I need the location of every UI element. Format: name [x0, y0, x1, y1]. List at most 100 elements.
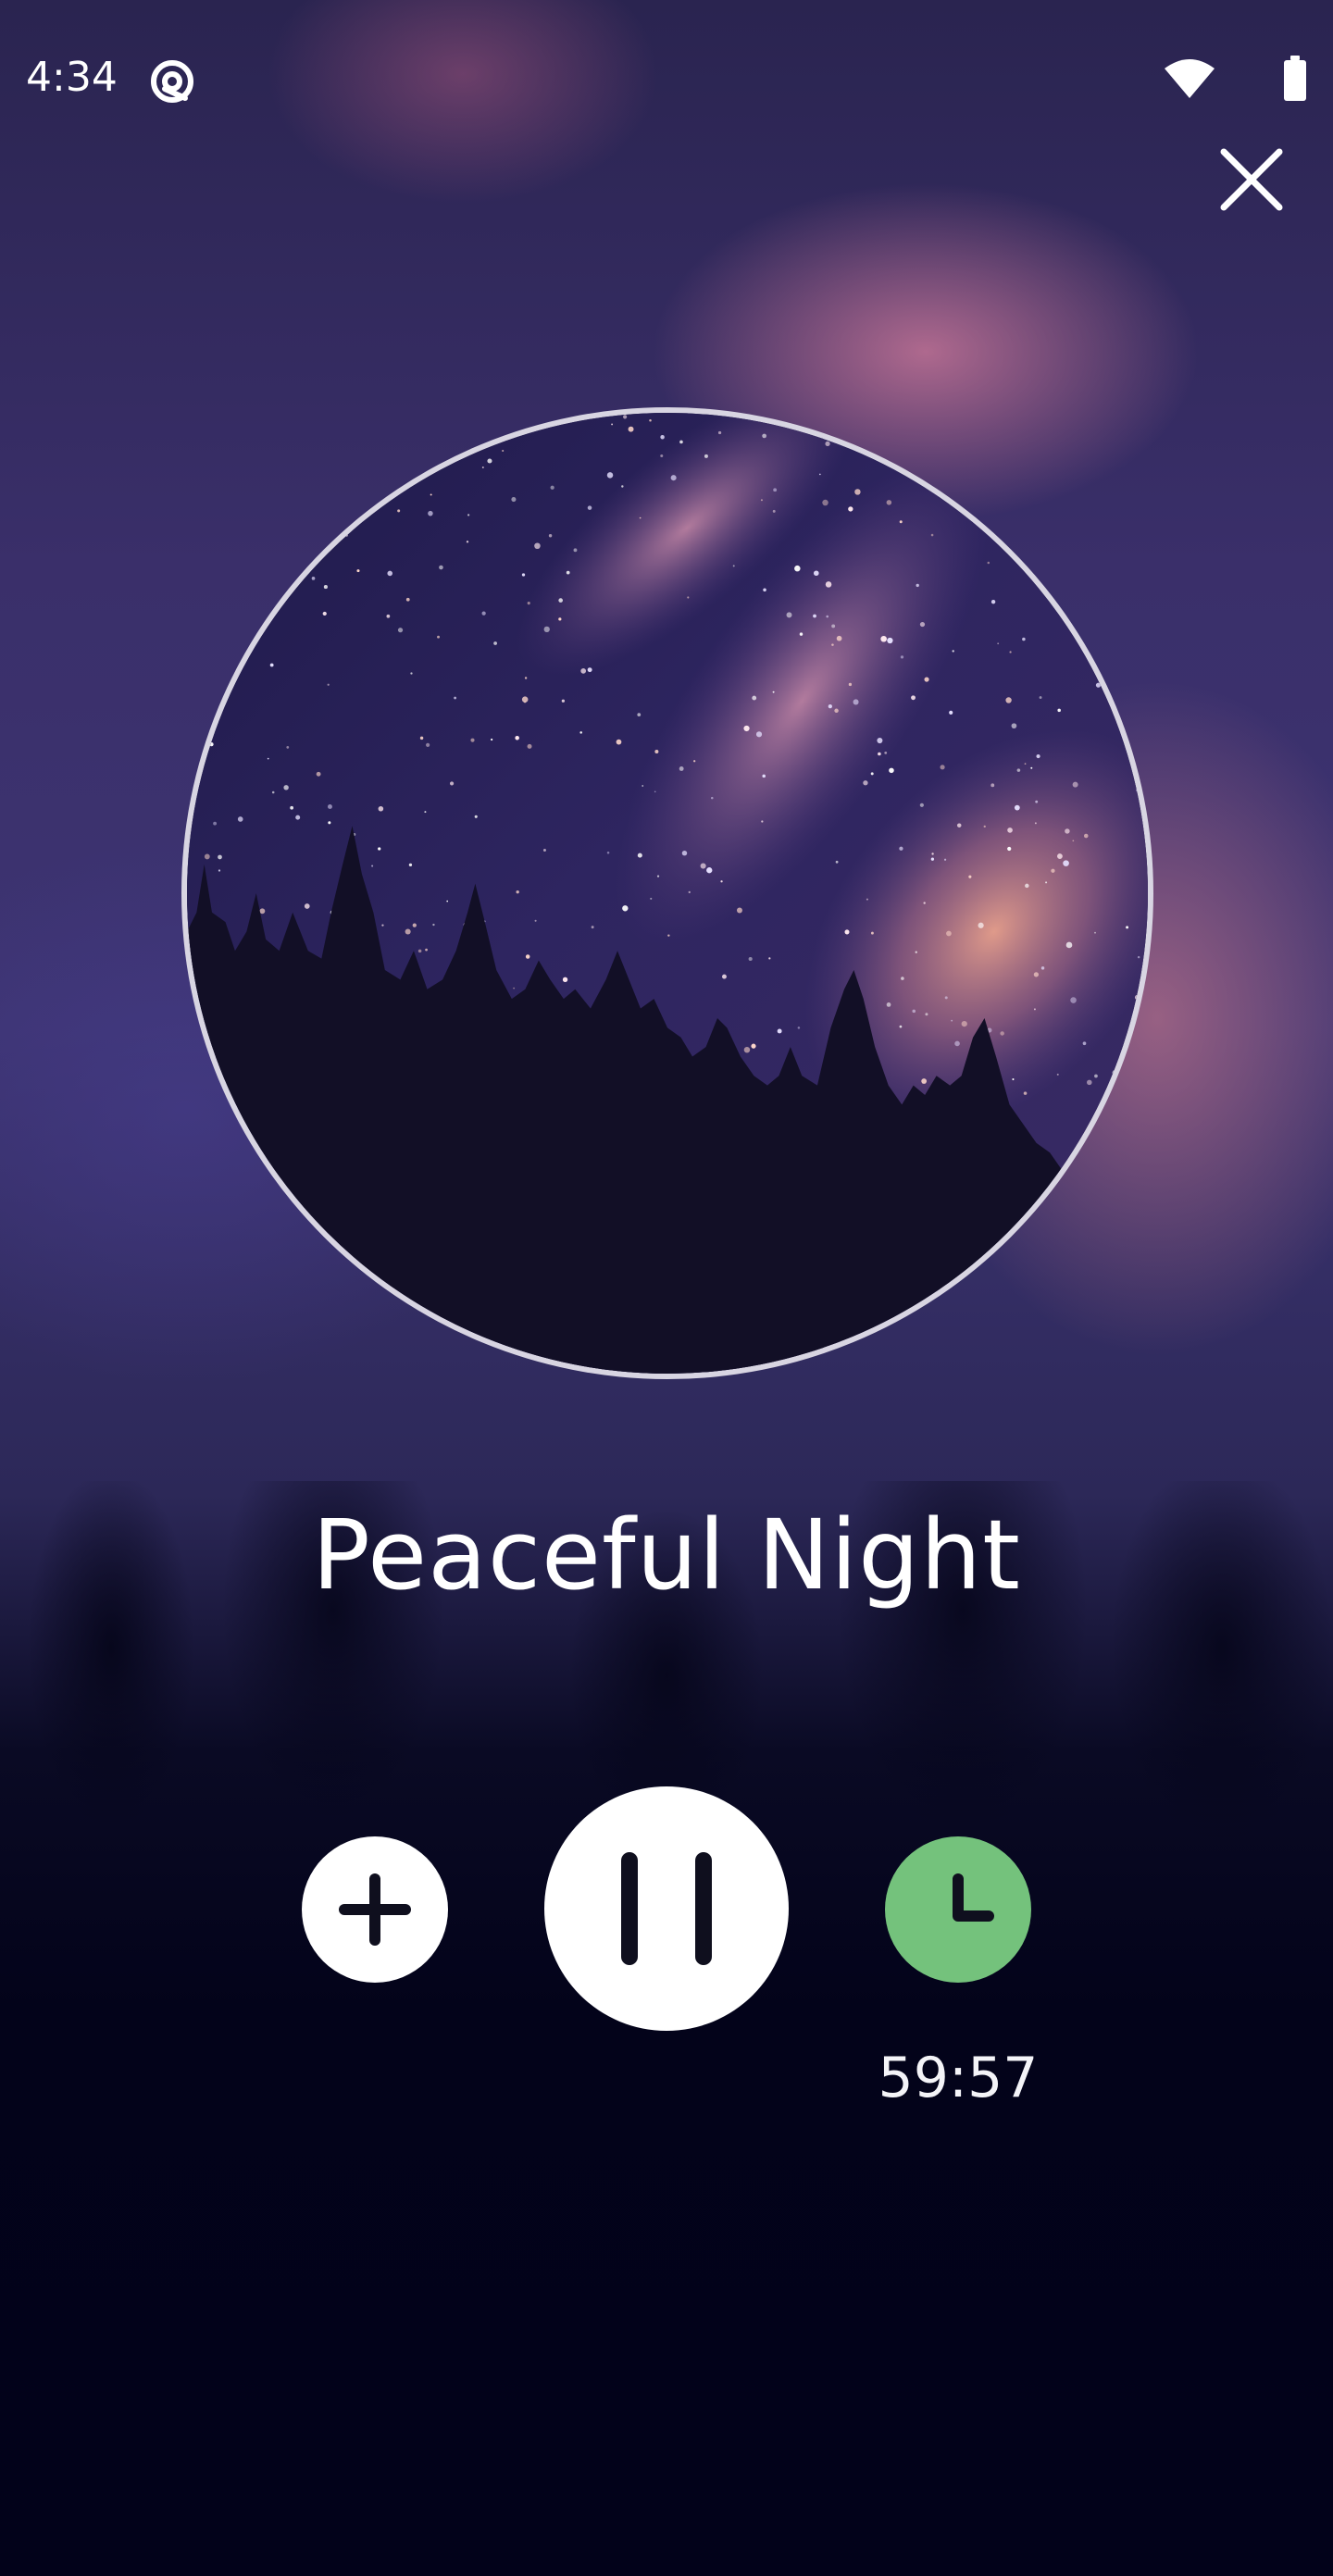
star [259, 908, 266, 915]
star [773, 488, 778, 492]
star [924, 677, 929, 682]
star [919, 803, 924, 807]
star [381, 924, 384, 927]
star [1024, 763, 1027, 765]
star [1126, 926, 1129, 929]
star [825, 581, 832, 588]
star [951, 1019, 953, 1022]
star [711, 796, 714, 800]
star [356, 569, 360, 573]
star [591, 926, 594, 929]
star [561, 699, 566, 703]
star [831, 624, 836, 628]
star [844, 929, 850, 935]
star [543, 626, 550, 633]
star [794, 565, 801, 572]
star [1009, 651, 1012, 653]
add-button[interactable] [302, 1836, 448, 1983]
star [328, 821, 331, 825]
star [878, 752, 881, 756]
star [1136, 787, 1142, 793]
star [983, 825, 986, 828]
star [521, 696, 529, 703]
star [573, 548, 578, 553]
star [752, 695, 757, 701]
star [1056, 853, 1063, 859]
star [493, 641, 497, 645]
status-time: 4:34 [26, 54, 118, 101]
close-button[interactable] [1211, 139, 1292, 220]
star [899, 520, 903, 524]
star [681, 850, 688, 856]
star [866, 898, 868, 901]
star [642, 785, 644, 787]
star [877, 738, 883, 744]
star [679, 440, 683, 444]
star [930, 857, 935, 861]
star [515, 736, 519, 740]
star [854, 489, 861, 495]
star [1034, 822, 1037, 825]
star [826, 615, 829, 618]
pause-button[interactable] [544, 1786, 789, 2031]
star [327, 804, 332, 809]
star [736, 907, 742, 914]
wifi-icon [1163, 57, 1216, 100]
star [1007, 846, 1012, 852]
star [687, 596, 690, 599]
star [218, 869, 221, 872]
star [899, 846, 903, 851]
star [534, 542, 541, 550]
star [628, 426, 634, 432]
star [954, 1040, 960, 1047]
star [311, 559, 317, 566]
star [1065, 941, 1073, 949]
star [722, 974, 727, 979]
star [822, 499, 828, 506]
star [870, 772, 874, 776]
star [654, 790, 656, 793]
star [912, 1009, 916, 1014]
star [1072, 840, 1075, 842]
star [295, 815, 301, 820]
plus-icon [339, 1873, 411, 1946]
star [952, 650, 954, 653]
star [1022, 637, 1026, 641]
star [311, 577, 316, 580]
star [428, 510, 433, 516]
star [397, 509, 401, 513]
star [916, 583, 919, 588]
star [587, 667, 592, 673]
star [637, 852, 642, 858]
star [611, 423, 614, 426]
star [1000, 1031, 1004, 1036]
star [667, 934, 670, 937]
star [271, 790, 275, 794]
star [1072, 781, 1078, 788]
star [834, 708, 839, 714]
star [623, 415, 628, 419]
star [454, 696, 457, 700]
star [542, 849, 546, 852]
star [579, 731, 582, 734]
star [527, 602, 530, 605]
star [755, 731, 763, 738]
star [511, 496, 517, 503]
star [622, 905, 629, 912]
star [548, 534, 553, 538]
star [1030, 766, 1033, 769]
star [378, 847, 381, 851]
star [550, 485, 554, 490]
star [525, 954, 530, 959]
star [987, 561, 990, 565]
star [679, 766, 684, 771]
star [426, 742, 430, 747]
sleep-timer-button[interactable] [885, 1836, 1031, 1983]
star [968, 875, 972, 878]
star [1134, 994, 1140, 1001]
star [1070, 997, 1077, 1003]
star [717, 430, 722, 435]
star [704, 454, 708, 458]
star [863, 780, 868, 786]
star [1025, 883, 1029, 889]
